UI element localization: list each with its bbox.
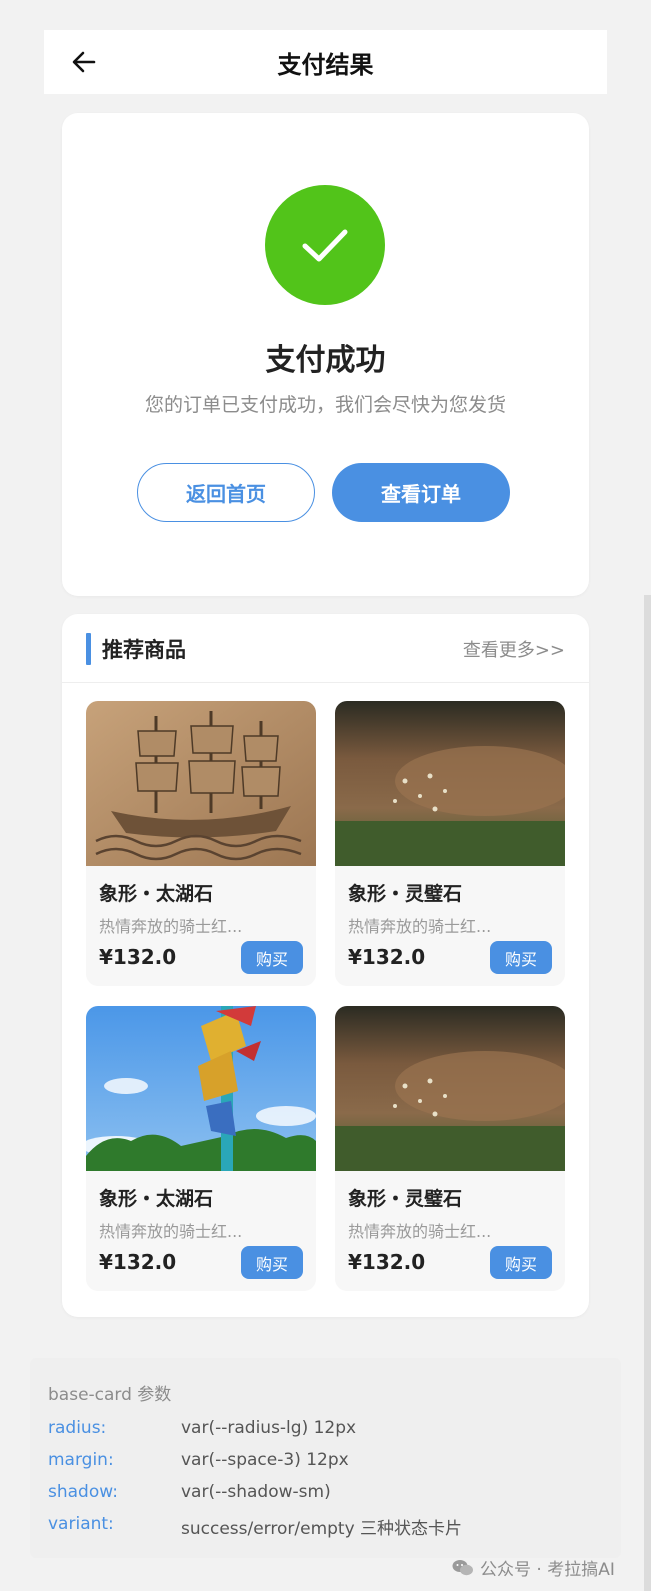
scrollbar[interactable] [644, 595, 651, 1591]
product-image [86, 1006, 316, 1171]
product-price: ¥132.0 [348, 945, 426, 969]
product-name: 象形・太湖石 [99, 883, 214, 905]
page-title: 支付结果 [277, 50, 374, 79]
checkmark-icon [302, 229, 348, 262]
wechat-icon [452, 1559, 473, 1575]
product-description: 热情奔放的骑士红... [99, 917, 243, 936]
base-card-params-panel: base-card 参数 radius: var(--radius-lg) 12… [30, 1358, 621, 1558]
buy-button[interactable]: 购买 [241, 1246, 303, 1279]
section-title: 推荐商品 [102, 638, 186, 662]
back-button[interactable] [66, 44, 102, 80]
param-key: margin: [48, 1450, 114, 1470]
product-card[interactable]: 象形・太湖石 热情奔放的骑士红... ¥132.0 购买 [86, 701, 316, 986]
view-order-button[interactable]: 查看订单 [332, 463, 510, 522]
product-image [86, 701, 316, 866]
top-navigation-bar: 支付结果 [44, 30, 607, 94]
view-more-link[interactable]: 查看更多>> [463, 636, 565, 662]
product-description: 热情奔放的骑士红... [348, 917, 492, 936]
payment-success-card: 支付成功 您的订单已支付成功，我们会尽快为您发货 返回首页 查看订单 [62, 113, 589, 596]
param-value: var(--space-3) 12px [181, 1450, 349, 1470]
buy-button[interactable]: 购买 [490, 941, 552, 974]
product-card[interactable]: 象形・灵璧石 热情奔放的骑士红... ¥132.0 购买 [335, 701, 565, 986]
product-card[interactable]: 象形・太湖石 热情奔放的骑士红... ¥132.0 购买 [86, 1006, 316, 1291]
section-accent-bar [86, 633, 91, 665]
product-name: 象形・灵璧石 [348, 1188, 463, 1210]
success-icon-circle [265, 185, 385, 305]
params-title: base-card 参数 [48, 1385, 172, 1405]
watermark-text: 公众号 · 考拉搞AI [480, 1560, 615, 1580]
product-price: ¥132.0 [99, 1250, 177, 1274]
product-description: 热情奔放的骑士红... [348, 1222, 492, 1241]
recommended-products-card: 推荐商品 查看更多>> 象形・太湖石 热情奔放的骑士红... ¥132.0 购买 [62, 614, 589, 1317]
section-header: 推荐商品 查看更多>> [62, 614, 589, 683]
buy-button[interactable]: 购买 [241, 941, 303, 974]
product-image [335, 701, 565, 866]
product-image [335, 1006, 565, 1171]
param-key: shadow: [48, 1482, 118, 1502]
product-price: ¥132.0 [348, 1250, 426, 1274]
product-price: ¥132.0 [99, 945, 177, 969]
param-value: success/error/empty 三种状态卡片 [181, 1519, 463, 1539]
product-name: 象形・太湖石 [99, 1188, 214, 1210]
back-home-button[interactable]: 返回首页 [137, 463, 315, 522]
param-value: var(--shadow-sm) [181, 1482, 331, 1502]
param-value: var(--radius-lg) 12px [181, 1418, 357, 1438]
arrow-left-icon [72, 51, 96, 73]
success-description: 您的订单已支付成功，我们会尽快为您发货 [144, 394, 506, 416]
product-description: 热情奔放的骑士红... [99, 1222, 243, 1241]
product-name: 象形・灵璧石 [348, 883, 463, 905]
buy-button[interactable]: 购买 [490, 1246, 552, 1279]
product-card[interactable]: 象形・灵璧石 热情奔放的骑士红... ¥132.0 购买 [335, 1006, 565, 1291]
success-title: 支付成功 [265, 343, 386, 378]
param-key: radius: [48, 1418, 107, 1438]
param-key: variant: [48, 1514, 114, 1534]
watermark: 公众号 · 考拉搞AI [452, 1555, 615, 1580]
